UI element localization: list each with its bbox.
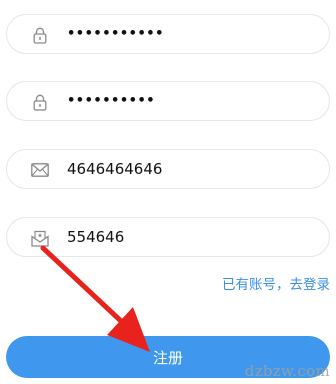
lock-icon <box>31 93 49 111</box>
lock-icon <box>31 26 49 44</box>
mail-icon <box>31 161 49 179</box>
verification-code-field[interactable]: 554646 <box>6 217 330 257</box>
email-value: 4646464646 <box>67 160 163 178</box>
password-field[interactable]: ••••••••••• <box>6 14 330 54</box>
verification-code-icon <box>31 229 49 247</box>
register-page: ••••••••••• •••••••••• 4646464646 554646… <box>0 0 336 384</box>
email-field[interactable]: 4646464646 <box>6 149 330 189</box>
annotation-arrow-icon <box>40 245 150 352</box>
confirm-password-field[interactable]: •••••••••• <box>6 81 330 121</box>
go-to-login-link[interactable]: 已有账号，去登录 <box>222 273 330 293</box>
password-value: ••••••••••• <box>67 26 164 42</box>
verification-code-value: 554646 <box>67 228 125 246</box>
watermark: dzbzw.com <box>244 362 330 380</box>
confirm-password-value: •••••••••• <box>67 93 156 109</box>
